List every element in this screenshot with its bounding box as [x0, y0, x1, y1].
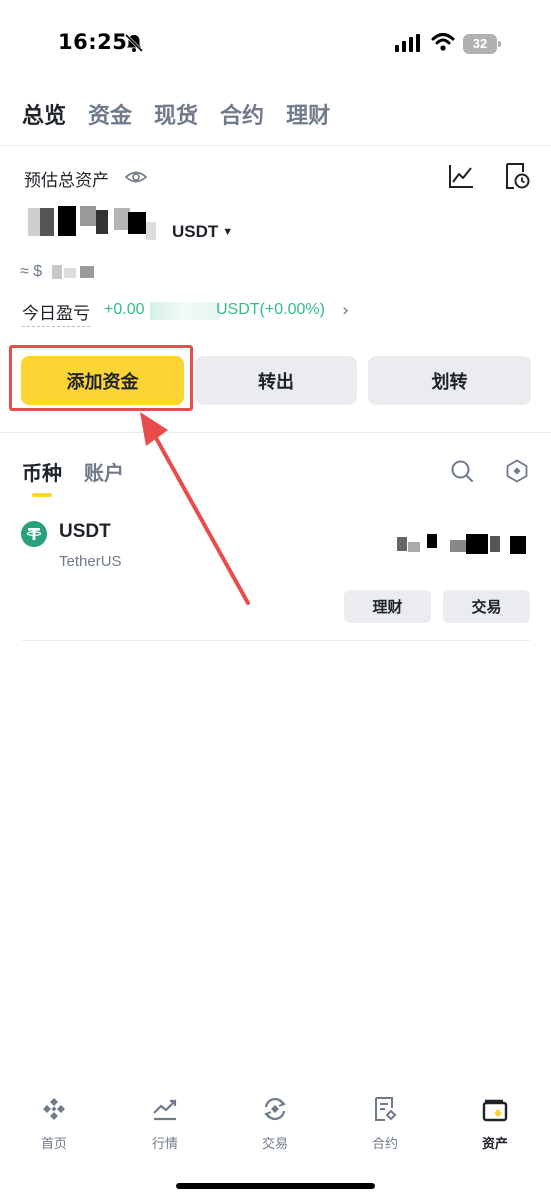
trade-icon: [264, 1097, 286, 1121]
battery-indicator: 32: [463, 34, 501, 54]
redaction-block: [96, 210, 108, 234]
chart-icon[interactable]: [448, 163, 474, 189]
today-pnl-percent: USDT(+0.00%): [216, 301, 325, 318]
redaction-block: [466, 534, 488, 554]
wallet-icon: [482, 1099, 508, 1122]
estimated-balance-label: 预估总资产: [24, 171, 109, 191]
redaction-block: [427, 534, 437, 548]
settings-icon[interactable]: [505, 459, 529, 483]
transfer-button[interactable]: 划转: [368, 356, 531, 405]
tab-overview[interactable]: 总览: [22, 98, 66, 130]
futures-icon: [375, 1097, 397, 1121]
tab-spot[interactable]: 现货: [154, 98, 198, 130]
tab-account[interactable]: 账户: [84, 457, 124, 486]
chevron-right-icon[interactable]: ›: [342, 300, 349, 321]
nav-markets[interactable]: 行情: [125, 1095, 205, 1152]
status-time: 16:25: [58, 30, 128, 54]
tether-icon: [21, 521, 47, 547]
currency-label: USDT: [172, 222, 219, 241]
redaction-block: [150, 302, 220, 320]
nav-label: 交易: [261, 1137, 288, 1152]
wifi-icon: [431, 33, 455, 51]
redaction-block: [80, 206, 96, 226]
nav-label: 首页: [40, 1137, 67, 1152]
redaction-block: [450, 540, 466, 552]
today-pnl-label[interactable]: 今日盈亏: [22, 299, 90, 327]
nav-home[interactable]: 首页: [14, 1095, 94, 1152]
home-indicator: [176, 1183, 375, 1189]
redaction-block: [40, 208, 54, 236]
active-tab-indicator: [32, 493, 52, 497]
tab-funding[interactable]: 资金: [88, 98, 132, 130]
divider: [22, 640, 530, 641]
redaction-block: [397, 537, 407, 551]
withdraw-button[interactable]: 转出: [195, 356, 357, 405]
redaction-block: [408, 542, 420, 552]
coin-tabs: 币种 账户: [22, 457, 124, 486]
nav-trade[interactable]: 交易: [235, 1095, 315, 1152]
top-tabs: 总览 资金 现货 合约 理财: [22, 98, 330, 130]
redaction-block: [80, 266, 94, 278]
status-bar: 16:25 32: [0, 0, 551, 90]
nav-label: 资产: [481, 1137, 508, 1152]
tab-coin[interactable]: 币种: [22, 457, 62, 486]
divider: [0, 432, 551, 433]
battery-level: 32: [463, 34, 497, 54]
nav-label: 行情: [151, 1137, 178, 1152]
home-icon: [43, 1098, 65, 1120]
bell-muted-icon: [124, 33, 144, 53]
history-icon[interactable]: [504, 162, 530, 190]
coin-symbol: USDT: [59, 521, 111, 542]
bottom-nav: 首页 行情 交易 合约 资产: [0, 1095, 551, 1165]
redaction-block: [490, 536, 500, 552]
coin-full-name: TetherUS: [59, 553, 122, 570]
redaction-block: [64, 268, 76, 278]
approx-usd-value: ≈ $: [20, 263, 43, 280]
tab-futures[interactable]: 合约: [220, 98, 264, 130]
redaction-block: [52, 265, 62, 279]
markets-icon: [153, 1099, 177, 1121]
signal-icon: [395, 34, 420, 52]
redaction-block: [146, 222, 156, 240]
redaction-block: [510, 536, 526, 554]
nav-futures[interactable]: 合约: [345, 1095, 425, 1152]
redaction-block: [58, 206, 76, 236]
earn-button[interactable]: 理财: [344, 590, 431, 623]
currency-selector[interactable]: USDT ▼: [172, 222, 233, 242]
today-pnl-value[interactable]: +0.00: [104, 301, 144, 319]
divider: [0, 145, 551, 146]
battery-tip: [498, 41, 501, 47]
caret-down-icon: ▼: [222, 226, 234, 238]
eye-icon[interactable]: [125, 168, 147, 186]
redaction-block: [28, 208, 40, 236]
tab-earn[interactable]: 理财: [286, 98, 330, 130]
nav-label: 合约: [371, 1137, 398, 1152]
search-icon[interactable]: [450, 459, 474, 483]
annotation-highlight-box: [9, 345, 193, 411]
redaction-block: [128, 212, 146, 234]
nav-assets[interactable]: 资产: [455, 1095, 535, 1152]
trade-button[interactable]: 交易: [443, 590, 530, 623]
